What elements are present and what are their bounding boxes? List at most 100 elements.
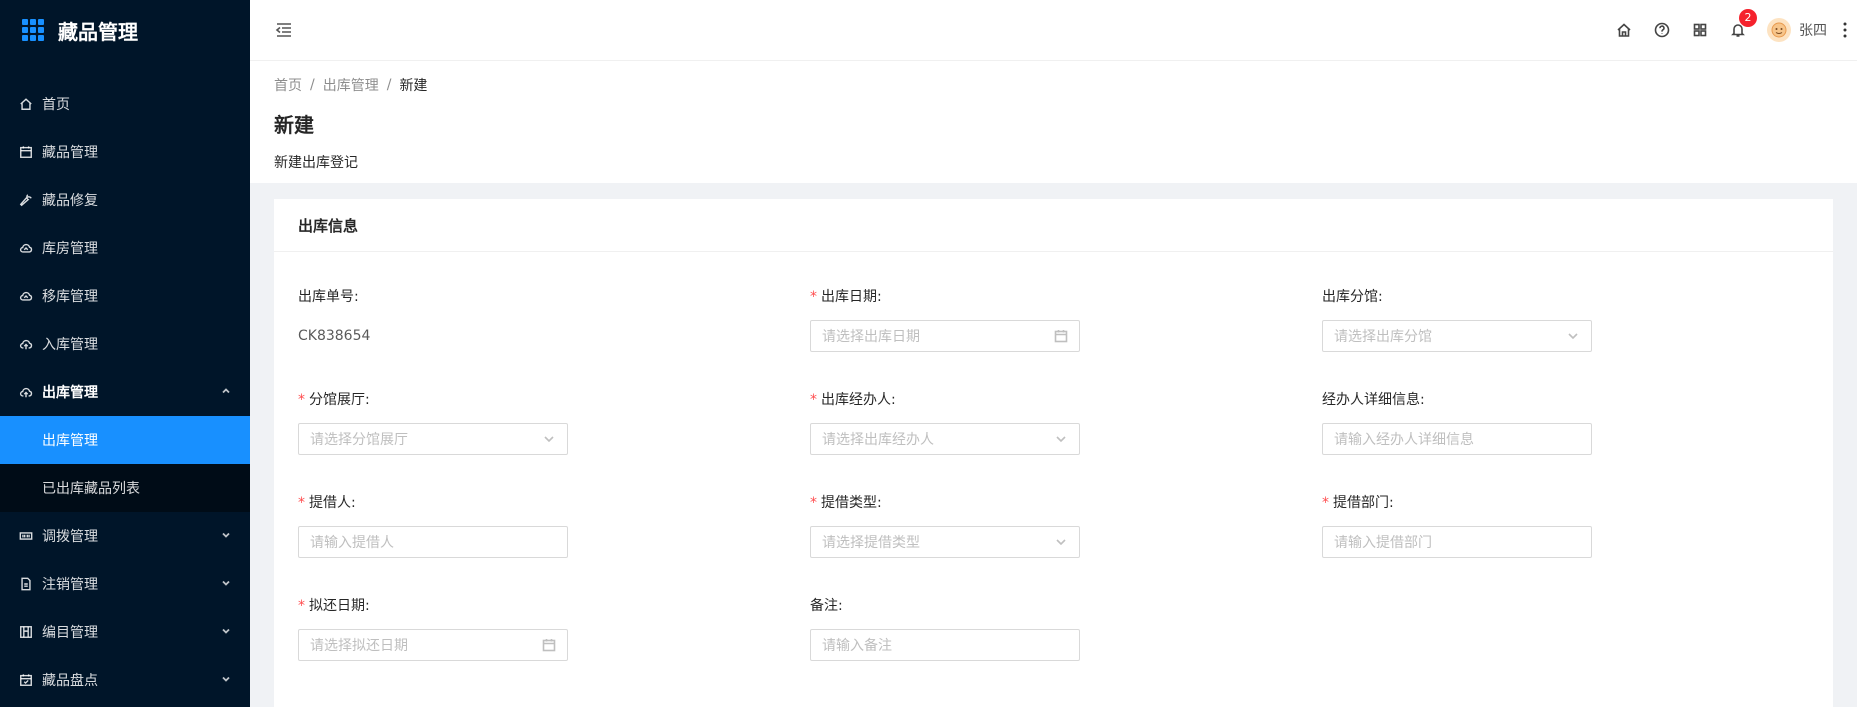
out-date-label: 出库日期:: [821, 289, 882, 305]
borrower-placeholder: 请输入提借人: [310, 535, 394, 551]
required-mark: *: [298, 598, 305, 614]
calendar-icon: [542, 638, 556, 652]
top-header: 2 张四: [250, 0, 1857, 61]
borrow-type-select[interactable]: 请选择提借类型: [810, 526, 1080, 558]
handler-info-placeholder: 请输入经办人详细信息: [1334, 432, 1474, 448]
avatar: [1767, 18, 1791, 42]
breadcrumb-outbound[interactable]: 出库管理: [323, 75, 379, 95]
cloud-upload-icon: [18, 336, 34, 352]
chevron-down-icon: [542, 432, 556, 446]
field-remark: 备注: 请输入备注: [810, 595, 1080, 661]
bell-icon[interactable]: 2: [1719, 0, 1757, 60]
app-grid-icon: [22, 19, 44, 41]
sidebar-item-label: 藏品管理: [42, 145, 98, 161]
breadcrumb-current: 新建: [399, 78, 428, 94]
transfer-icon: [18, 528, 34, 544]
help-icon[interactable]: [1643, 0, 1681, 60]
borrow-type-placeholder: 请选择提借类型: [822, 535, 920, 551]
app-title: 藏品管理: [58, 19, 138, 44]
wrench-icon: [18, 192, 34, 208]
branch-placeholder: 请选择出库分馆: [1334, 329, 1432, 345]
borrower-input[interactable]: 请输入提借人: [298, 526, 568, 558]
notification-badge: 2: [1739, 9, 1757, 27]
required-mark: *: [1322, 495, 1329, 511]
sidebar-item-label: 入库管理: [42, 337, 98, 353]
required-mark: *: [810, 289, 817, 305]
branch-select[interactable]: 请选择出库分馆: [1322, 320, 1592, 352]
sidebar-menu: 首页 藏品管理 藏品修复 库房管理 移库管理 入库管理 出库管理 出库管理 已出…: [0, 80, 250, 704]
remark-input[interactable]: 请输入备注: [810, 629, 1080, 661]
handler-info-input[interactable]: 请输入经办人详细信息: [1322, 423, 1592, 455]
sidebar-item-move[interactable]: 移库管理: [0, 272, 250, 320]
sidebar-item-catalog[interactable]: 编目管理: [0, 608, 250, 656]
sidebar-item-label: 藏品盘点: [42, 673, 98, 689]
sidebar-item-label: 移库管理: [42, 289, 98, 305]
out-date-picker[interactable]: 请选择出库日期: [810, 320, 1080, 352]
user-menu[interactable]: 张四: [1767, 18, 1827, 42]
page-title: 新建: [274, 113, 314, 137]
borrow-dept-label: 提借部门:: [1333, 495, 1394, 511]
sidebar-item-label: 藏品修复: [42, 193, 98, 209]
hall-select[interactable]: 请选择分馆展厅: [298, 423, 568, 455]
sidebar-item-warehouse[interactable]: 库房管理: [0, 224, 250, 272]
field-out-date: * 出库日期: 请选择出库日期: [810, 286, 1080, 352]
sidebar-item-label: 注销管理: [42, 577, 98, 593]
borrow-dept-input[interactable]: 请输入提借部门: [1322, 526, 1592, 558]
catalog-icon: [18, 624, 34, 640]
more-vertical-icon[interactable]: [1837, 0, 1853, 60]
field-handler-info: 经办人详细信息: 请输入经办人详细信息: [1322, 389, 1592, 455]
borrow-dept-placeholder: 请输入提借部门: [1334, 535, 1432, 551]
required-mark: *: [810, 392, 817, 408]
sidebar-item-label: 编目管理: [42, 625, 98, 641]
home-icon[interactable]: [1605, 0, 1643, 60]
breadcrumb-home[interactable]: 首页: [274, 75, 302, 95]
logo[interactable]: 藏品管理: [0, 0, 250, 60]
sidebar-subitem-outbound-manage[interactable]: 出库管理: [0, 416, 250, 464]
sidebar-subitem-outbound-list[interactable]: 已出库藏品列表: [0, 464, 250, 512]
sidebar-item-transfer[interactable]: 调拨管理: [0, 512, 250, 560]
chevron-down-icon: [220, 577, 232, 593]
return-date-label: 拟还日期:: [309, 598, 370, 614]
borrower-label: 提借人:: [309, 495, 356, 511]
cloud-upload-icon: [18, 384, 34, 400]
menu-fold-icon[interactable]: [274, 20, 294, 40]
order-no-label: 出库单号:: [298, 289, 359, 305]
chevron-down-icon: [1054, 535, 1068, 549]
handler-select[interactable]: 请选择出库经办人: [810, 423, 1080, 455]
required-mark: *: [810, 495, 817, 511]
breadcrumb-separator: /: [310, 77, 315, 93]
user-name: 张四: [1799, 23, 1827, 39]
field-borrow-dept: * 提借部门: 请输入提借部门: [1322, 492, 1592, 558]
cloud-icon: [18, 240, 34, 256]
sidebar-item-label: 调拨管理: [42, 529, 98, 545]
field-borrow-type: * 提借类型: 请选择提借类型: [810, 492, 1080, 558]
chevron-up-icon: [220, 385, 232, 401]
apps-icon[interactable]: [1681, 0, 1719, 60]
outbound-info-card: 出库信息 出库单号: CK838654 * 出库日期: 请选择出库日期 出库分馆:…: [274, 199, 1833, 707]
sidebar-item-home[interactable]: 首页: [0, 80, 250, 128]
branch-label: 出库分馆:: [1322, 289, 1383, 305]
sidebar-item-inventory[interactable]: 藏品盘点: [0, 656, 250, 704]
sidebar-item-collections[interactable]: 藏品管理: [0, 128, 250, 176]
chevron-down-icon: [220, 529, 232, 545]
page-description: 新建出库登记: [274, 155, 358, 171]
card-title: 出库信息: [274, 199, 1833, 252]
chevron-down-icon: [220, 673, 232, 689]
sidebar-item-label: 首页: [42, 97, 70, 113]
sidebar-item-inbound[interactable]: 入库管理: [0, 320, 250, 368]
remark-placeholder: 请输入备注: [822, 638, 892, 654]
calendar-icon: [18, 144, 34, 160]
required-mark: *: [298, 495, 305, 511]
hall-placeholder: 请选择分馆展厅: [310, 432, 408, 448]
chevron-down-icon: [1566, 329, 1580, 343]
sidebar-item-cancel[interactable]: 注销管理: [0, 560, 250, 608]
breadcrumb-separator: /: [386, 77, 392, 93]
handler-placeholder: 请选择出库经办人: [822, 432, 934, 448]
sidebar-item-repair[interactable]: 藏品修复: [0, 176, 250, 224]
page-header: 首页 / 出库管理 / 新建 新建 新建出库登记: [250, 61, 1857, 183]
field-hall: * 分馆展厅: 请选择分馆展厅: [298, 389, 568, 455]
field-borrower: * 提借人: 请输入提借人: [298, 492, 568, 558]
return-date-picker[interactable]: 请选择拟还日期: [298, 629, 568, 661]
borrow-type-label: 提借类型:: [821, 495, 882, 511]
sidebar-item-outbound[interactable]: 出库管理: [0, 368, 250, 416]
